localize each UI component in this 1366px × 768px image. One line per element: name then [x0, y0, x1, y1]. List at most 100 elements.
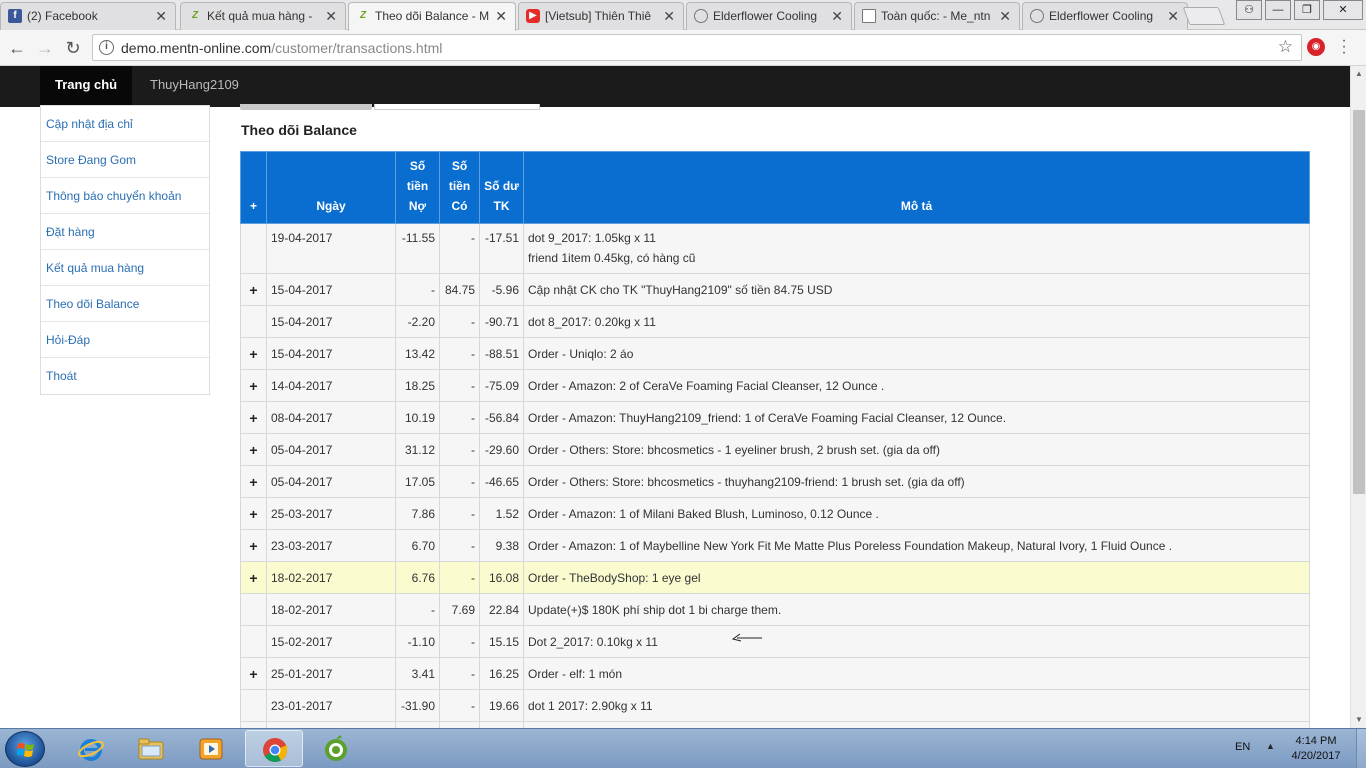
row-balance: -29.60	[479, 433, 524, 466]
tab-close-icon[interactable]: ✕	[1167, 3, 1179, 29]
clock-time: 4:14 PM	[1295, 735, 1337, 747]
taskbar-ie[interactable]	[62, 730, 120, 767]
table-row: +05-04-2017 31.12- -29.60 Order - Others: S…	[240, 433, 1310, 466]
language-indicator[interactable]: EN	[1235, 741, 1250, 753]
taskbar-clock[interactable]: 4:14 PM 4/20/2017	[1284, 734, 1348, 764]
row-debit: 10.19	[395, 401, 440, 434]
row-credit: -	[439, 625, 480, 658]
tab-close-icon[interactable]: ✕	[831, 3, 843, 29]
row-expand-toggle[interactable]: +	[240, 273, 267, 306]
forward-button[interactable]: →	[34, 37, 56, 59]
row-debit: 31.12	[395, 433, 440, 466]
sidebar-item-theo-doi-balance[interactable]: Theo dõi Balance	[41, 286, 209, 322]
row-date: 05-04-2017	[266, 433, 396, 466]
folder-icon	[138, 738, 164, 760]
page-title: Theo dõi Balance	[241, 122, 357, 138]
scroll-up-icon[interactable]: ▲	[1351, 66, 1366, 82]
browser-tab[interactable]: Z Theo dõi Balance - M ✕	[348, 2, 516, 31]
row-expand-toggle[interactable]: +	[240, 369, 267, 402]
sidebar-item-ket-qua-mua-hang[interactable]: Kết quả mua hàng	[41, 250, 209, 286]
tab-close-icon[interactable]: ✕	[663, 3, 675, 29]
row-expand-toggle[interactable]: +	[240, 497, 267, 530]
row-credit: -	[439, 561, 480, 594]
row-expand-toggle	[240, 689, 267, 722]
row-description: Order - Uniqlo: 2 áo	[523, 337, 1310, 370]
sidebar-item-cap-nhat-dia-chi[interactable]: Cập nhật địa chỉ	[41, 106, 209, 142]
row-description-line: dot 9_2017: 1.05kg x 11	[528, 231, 656, 245]
scroll-down-icon[interactable]: ▼	[1351, 712, 1366, 728]
browser-tab[interactable]: Toàn quốc: - Me_ntn ✕	[854, 2, 1020, 30]
row-date: 15-04-2017	[266, 273, 396, 306]
row-expand-toggle[interactable]: +	[240, 401, 267, 434]
maximize-button[interactable]: ❐	[1294, 0, 1320, 20]
start-button[interactable]	[5, 731, 45, 767]
row-expand-toggle[interactable]: +	[240, 433, 267, 466]
sidebar-item-dat-hang[interactable]: Đặt hàng	[41, 214, 209, 250]
chrome-menu-icon[interactable]: · · ·	[1340, 33, 1348, 61]
taskbar-explorer[interactable]	[122, 730, 180, 767]
nav-home[interactable]: Trang chủ	[40, 66, 133, 107]
browser-tab[interactable]: Elderflower Cooling ✕	[686, 2, 852, 30]
row-credit: -	[439, 497, 480, 530]
tab-close-icon[interactable]: ✕	[999, 3, 1011, 29]
sidebar-item-hoi-dap[interactable]: Hỏi-Đáp	[41, 322, 209, 358]
row-balance: 22.84	[479, 593, 524, 626]
address-bar[interactable]: i demo.mentn-online.com/customer/transac…	[92, 34, 1302, 61]
taskbar-media[interactable]	[182, 730, 240, 767]
row-description: Order - Others: Store: bhcosmetics - 1 e…	[523, 433, 1310, 466]
row-expand-toggle[interactable]: +	[240, 337, 267, 370]
row-debit: -11.55	[395, 223, 440, 274]
row-description: Order - TheBodyShop: 1 eye gel	[523, 561, 1310, 594]
scrollbar-thumb[interactable]	[1353, 110, 1365, 494]
tray-expand-icon[interactable]: ▲	[1266, 741, 1275, 751]
sidebar-item-thong-bao-chuyen-khoan[interactable]: Thông báo chuyển khoản	[41, 178, 209, 214]
user-icon[interactable]: ⚇	[1236, 0, 1262, 20]
header-expand[interactable]: +	[240, 151, 267, 224]
info-icon[interactable]: i	[99, 40, 114, 55]
row-expand-toggle[interactable]: +	[240, 657, 267, 690]
browser-tab[interactable]: Z Kết quả mua hàng - ✕	[180, 2, 346, 30]
bookmark-star-icon[interactable]: ☆	[1278, 37, 1293, 57]
table-row: +05-04-2017 17.05- -46.65 Order - Others: S…	[240, 465, 1310, 498]
taskbar-chrome[interactable]	[245, 730, 303, 767]
new-tab-button[interactable]	[1182, 7, 1226, 25]
row-description: Order - Amazon: ThuyHang2109_friend: 1 o…	[523, 401, 1310, 434]
row-balance: -17.51	[479, 223, 524, 274]
extension-icon[interactable]: ◉	[1307, 38, 1325, 56]
tab-close-icon[interactable]: ✕	[495, 3, 507, 29]
vertical-scrollbar[interactable]: ▲ ▼	[1350, 66, 1366, 728]
tab-title: Elderflower Cooling	[1049, 9, 1154, 23]
row-expand-toggle[interactable]: +	[240, 529, 267, 562]
tab-favicon-icon	[862, 9, 876, 23]
row-description: Update(+)$ 180K phí ship dot 1 bi charge…	[523, 593, 1310, 626]
sidebar-item-store-dang-gom[interactable]: Store Đang Gom	[41, 142, 209, 178]
row-balance: -90.71	[479, 305, 524, 338]
nav-user[interactable]: ThuyHang2109	[135, 66, 254, 107]
row-debit: 17.05	[395, 465, 440, 498]
close-window-button[interactable]: ✕	[1323, 0, 1363, 20]
browser-tab[interactable]: f (2) Facebook ✕	[0, 2, 176, 30]
browser-tab[interactable]: ▶ [Vietsub] Thiên Thiê ✕	[518, 2, 684, 30]
taskbar-coccoc[interactable]	[307, 730, 365, 767]
table-row: 23-01-2017 -31.90-19.66 dot 1 2017: 2.90kg…	[240, 689, 1310, 722]
table-row: +15-04-2017-84.75 -5.96 Cập nhật CK cho TK…	[240, 273, 1310, 306]
row-expand-toggle[interactable]: +	[240, 561, 267, 594]
tab-close-icon[interactable]: ✕	[325, 3, 337, 29]
row-balance: 15.15	[479, 625, 524, 658]
row-description: Order - Others: Store: bhcosmetics - thu…	[523, 465, 1310, 498]
show-desktop-button[interactable]	[1356, 729, 1366, 768]
browser-tab[interactable]: Elderflower Cooling ✕	[1022, 2, 1188, 30]
table-row: 15-02-2017 -1.10-15.15 Dot 2_2017: 0.10kg …	[240, 625, 1310, 658]
row-date: 19-04-2017	[266, 223, 396, 274]
reload-button[interactable]: ↻	[62, 37, 84, 59]
clock-date: 4/20/2017	[1291, 750, 1341, 762]
minimize-button[interactable]: —	[1265, 0, 1291, 20]
back-button[interactable]: ←	[6, 37, 28, 59]
page-tab-1[interactable]	[240, 104, 372, 110]
row-expand-toggle[interactable]: +	[240, 465, 267, 498]
row-description: Order - Amazon: 2 of CeraVe Foaming Faci…	[523, 369, 1310, 402]
page-tab-2[interactable]	[374, 104, 540, 110]
row-credit: 7.69	[439, 593, 480, 626]
tab-close-icon[interactable]: ✕	[155, 3, 167, 29]
sidebar-item-thoat[interactable]: Thoát	[41, 358, 209, 394]
